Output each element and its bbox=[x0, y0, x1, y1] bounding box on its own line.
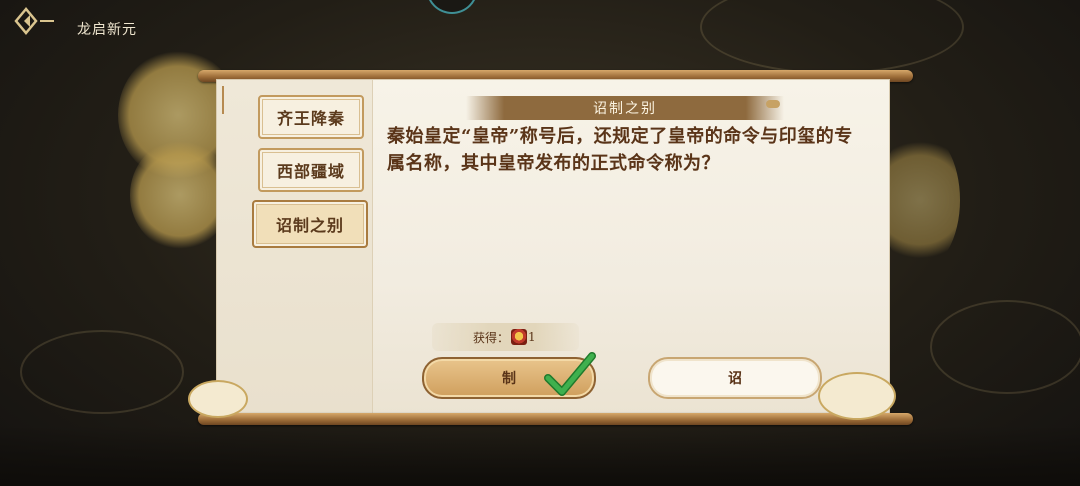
scroll-rod-bottom bbox=[198, 413, 913, 425]
page-title: 龙启新元 bbox=[77, 22, 137, 38]
panel-accent-line bbox=[222, 86, 224, 114]
answer-button-zhao[interactable]: 诏 bbox=[648, 357, 822, 399]
left-tree-decor bbox=[130, 140, 230, 250]
bg-cloud-decor bbox=[700, 0, 964, 74]
top-ornament bbox=[426, 0, 478, 14]
reward-count: 1 bbox=[528, 330, 536, 344]
cloud-decor-left bbox=[188, 380, 248, 418]
reward-box: 获得： 1 bbox=[432, 323, 579, 351]
banner-knot bbox=[766, 100, 780, 108]
reward-item-icon bbox=[511, 329, 528, 345]
bg-cloud-decor bbox=[930, 300, 1080, 394]
back-arrow-icon bbox=[14, 7, 54, 35]
quiz-banner: 诏制之别 bbox=[466, 96, 784, 120]
check-mark-icon bbox=[544, 352, 596, 396]
quiz-question: 秦始皇定“皇帝”称号后，还规定了皇帝的命令与印玺的专属名称，其中皇帝发布的正式命… bbox=[387, 126, 853, 174]
cloud-decor-right bbox=[818, 372, 896, 420]
answer-label: 诏 bbox=[728, 371, 742, 387]
right-bamboo-decor bbox=[880, 130, 960, 270]
back-button[interactable] bbox=[14, 6, 56, 36]
reward-label: 获得： bbox=[473, 330, 510, 345]
bg-cloud-decor bbox=[20, 330, 184, 414]
tab-zhao-zhi-zhi-bie[interactable]: 诏制之别 bbox=[252, 200, 368, 248]
tab-qi-wang-jiang-qin[interactable]: 齐王降秦 bbox=[258, 95, 364, 139]
answer-label: 制 bbox=[502, 371, 516, 387]
tab-xi-bu-jiang-yu[interactable]: 西部疆域 bbox=[258, 148, 364, 192]
city-silhouette bbox=[0, 426, 1080, 486]
